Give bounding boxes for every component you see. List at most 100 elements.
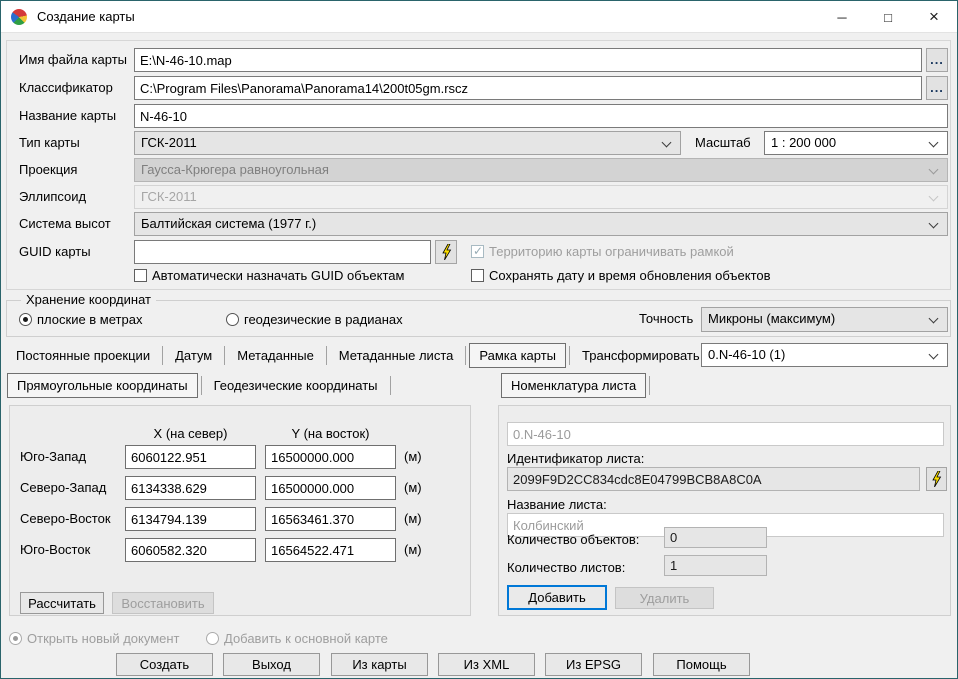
delete-sheet-button: Удалить	[615, 587, 714, 609]
object-count-label: Количество объектов:	[507, 532, 639, 548]
precision-value: Микроны (максимум)	[708, 311, 835, 326]
restore-button: Восстановить	[112, 592, 214, 614]
tab-transform[interactable]: Трансформировать	[573, 342, 709, 369]
create-button[interactable]: Создать	[116, 653, 213, 676]
sw-y-input[interactable]	[265, 445, 396, 469]
ne-x-input[interactable]	[125, 507, 256, 531]
maximize-button[interactable]: □	[865, 1, 911, 33]
rectangular-coords-panel: X (на север) Y (на восток) Юго-Запад (м)…	[9, 405, 471, 616]
sheet-selector-value: 0.N-46-10 (1)	[708, 347, 785, 362]
tab-sheet-nomenclature[interactable]: Номенклатура листа	[501, 373, 646, 398]
height-system-label: Система высот	[19, 212, 111, 236]
calculate-button[interactable]: Рассчитать	[20, 592, 104, 614]
generate-sheet-id-button[interactable]	[926, 467, 947, 491]
coordinate-storage-legend: Хранение координат	[21, 292, 156, 307]
main-tab-strip: Постоянные проекции Датум Метаданные Мет…	[7, 342, 716, 369]
sw-x-input[interactable]	[125, 445, 256, 469]
divider	[224, 346, 225, 365]
se-y-input[interactable]	[265, 538, 396, 562]
territory-frame-label: Территорию карты ограничивать рамкой	[489, 244, 734, 259]
tab-metadata[interactable]: Метаданные	[228, 342, 323, 369]
lightning-icon	[931, 471, 942, 487]
tab-permanent-projections[interactable]: Постоянные проекции	[7, 342, 159, 369]
nw-y-input[interactable]	[265, 476, 396, 500]
se-x-input[interactable]	[125, 538, 256, 562]
tab-sheet-metadata[interactable]: Метаданные листа	[330, 342, 463, 369]
ellipsis-icon: ...	[930, 52, 944, 67]
scale-select[interactable]: 1 : 200 000	[764, 131, 948, 155]
from-epsg-button[interactable]: Из EPSG	[545, 653, 642, 676]
sheet-selector[interactable]: 0.N-46-10 (1)	[701, 343, 948, 367]
tab-map-frame[interactable]: Рамка карты	[469, 343, 566, 368]
tab-geodesic-coords[interactable]: Геодезические координаты	[205, 372, 387, 399]
save-date-label: Сохранять дату и время обновления объект…	[489, 268, 771, 283]
file-browse-button[interactable]: ...	[926, 48, 948, 72]
file-label: Имя файла карты	[19, 48, 127, 72]
radio-flat-meters-label: плоские в метрах	[37, 312, 142, 327]
column-header-y: Y (на восток)	[265, 426, 396, 441]
chevron-down-icon	[929, 138, 939, 148]
radio-flat-meters[interactable]: плоские в метрах	[19, 312, 142, 327]
caption-buttons: ─ □ ×	[819, 1, 957, 33]
tab-rectangular-coords[interactable]: Прямоугольные координаты	[7, 373, 198, 398]
file-input[interactable]	[134, 48, 922, 72]
add-sheet-button[interactable]: Добавить	[507, 585, 607, 610]
checkbox-box	[471, 269, 484, 282]
sheet-name-label: Название листа:	[507, 497, 607, 513]
sheet-nomenclature-panel: Идентификатор листа: Название листа: Кол…	[498, 405, 951, 616]
sheet-id-label: Идентификатор листа:	[507, 451, 644, 467]
radio-open-new-document: Открыть новый документ	[9, 631, 180, 646]
minimize-button[interactable]: ─	[819, 1, 865, 33]
radio-geodesic-radians[interactable]: геодезические в радианах	[226, 312, 403, 327]
classifier-browse-button[interactable]: ...	[926, 76, 948, 100]
chevron-down-icon	[929, 314, 939, 324]
auto-guid-checkbox[interactable]: Автоматически назначать GUID объектам	[134, 268, 404, 283]
help-button[interactable]: Помощь	[653, 653, 750, 676]
map-type-select[interactable]: ГСК-2011	[134, 131, 681, 155]
unit-label: (м)	[404, 445, 422, 469]
radio-geodesic-radians-label: геодезические в радианах	[244, 312, 403, 327]
corner-label-ne: Северо-Восток	[20, 507, 111, 531]
ellipsoid-label: Эллипсоид	[19, 185, 86, 209]
chevron-down-icon	[929, 165, 939, 175]
height-system-select[interactable]: Балтийская система (1977 г.)	[134, 212, 948, 236]
checkbox-box	[134, 269, 147, 282]
save-date-checkbox[interactable]: Сохранять дату и время обновления объект…	[471, 268, 771, 283]
nw-x-input[interactable]	[125, 476, 256, 500]
close-button[interactable]: ×	[911, 1, 957, 33]
unit-label: (м)	[404, 476, 422, 500]
guid-label: GUID карты	[19, 240, 91, 264]
divider	[569, 346, 570, 365]
tab-datum[interactable]: Датум	[166, 342, 221, 369]
projection-select: Гаусса-Крюгера равноугольная	[134, 158, 948, 182]
map-name-input[interactable]	[134, 104, 948, 128]
radio-append-to-main-map-label: Добавить к основной карте	[224, 631, 388, 646]
from-map-button[interactable]: Из карты	[331, 653, 428, 676]
lightning-icon	[441, 244, 452, 260]
ne-y-input[interactable]	[265, 507, 396, 531]
corner-label-sw: Юго-Запад	[20, 445, 86, 469]
generate-guid-button[interactable]	[435, 240, 457, 264]
divider	[201, 376, 202, 395]
nomenclature-tab-strip: Номенклатура листа	[501, 372, 653, 399]
chevron-down-icon	[662, 138, 672, 148]
corner-label-se: Юго-Восток	[20, 538, 90, 562]
from-xml-button[interactable]: Из XML	[438, 653, 535, 676]
minimize-icon: ─	[837, 10, 846, 25]
classifier-input[interactable]	[134, 76, 922, 100]
exit-button[interactable]: Выход	[223, 653, 320, 676]
window-title: Создание карты	[37, 1, 135, 33]
sheet-nomenclature-input[interactable]	[507, 422, 944, 446]
ellipsis-icon: ...	[930, 80, 944, 95]
radio-circle	[226, 313, 239, 326]
checkbox-box: ✓	[471, 245, 484, 258]
close-icon: ×	[929, 7, 939, 27]
divider	[162, 346, 163, 365]
territory-frame-checkbox: ✓ Территорию карты ограничивать рамкой	[471, 244, 734, 259]
radio-append-to-main-map: Добавить к основной карте	[206, 631, 388, 646]
unit-label: (м)	[404, 538, 422, 562]
guid-input[interactable]	[134, 240, 431, 264]
precision-select[interactable]: Микроны (максимум)	[701, 307, 948, 332]
coords-tab-strip: Прямоугольные координаты Геодезические к…	[7, 372, 394, 399]
map-type-value: ГСК-2011	[141, 135, 197, 150]
